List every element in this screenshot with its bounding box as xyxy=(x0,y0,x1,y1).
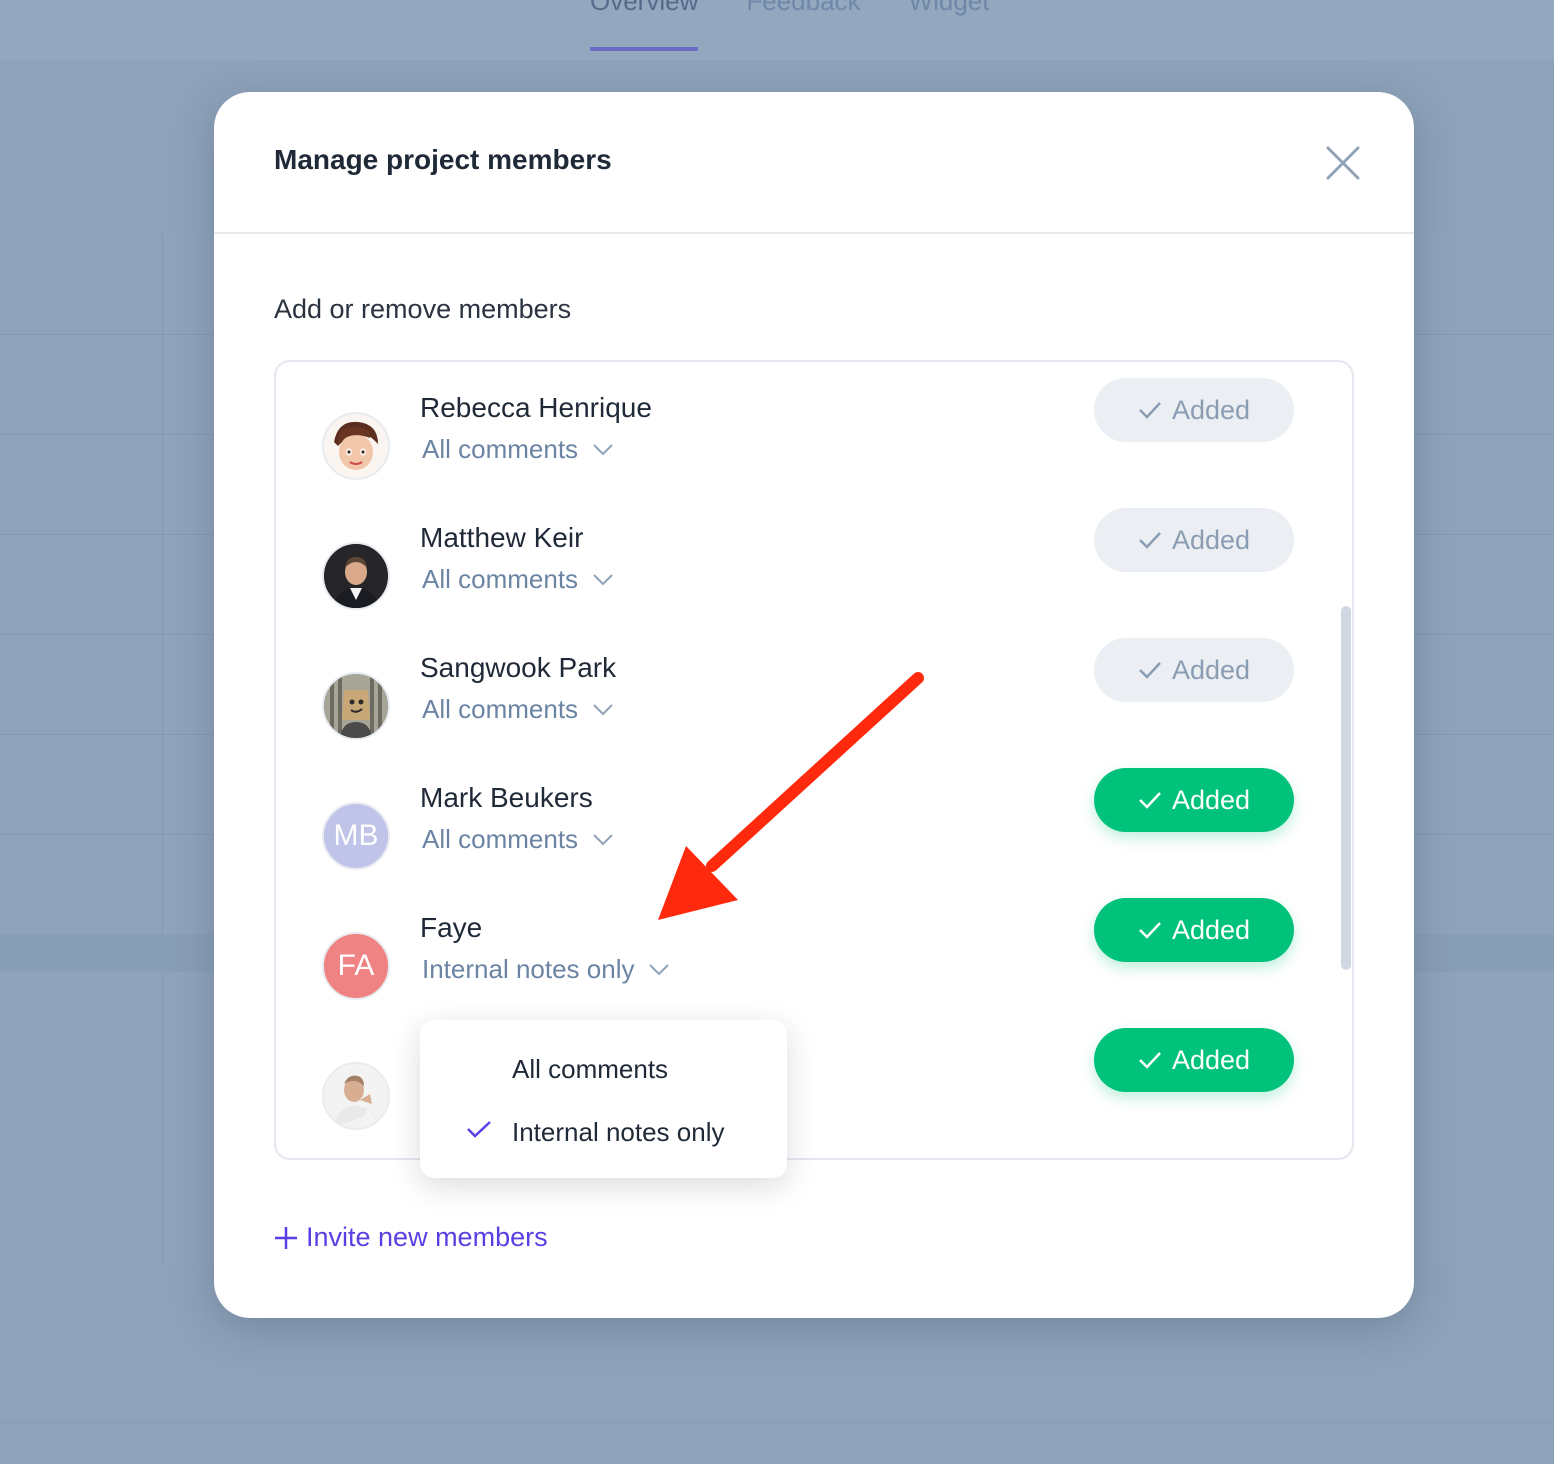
chevron-down-icon xyxy=(593,573,613,585)
member-name: Rebecca Henrique xyxy=(420,392,652,423)
check-icon xyxy=(1139,402,1161,419)
invite-members-link[interactable]: Invite new members xyxy=(274,1222,548,1253)
check-icon xyxy=(1139,792,1161,809)
avatar-initials: MB xyxy=(333,819,379,852)
permission-select[interactable]: All comments xyxy=(422,564,614,595)
chevron-down-icon xyxy=(593,703,613,715)
chevron-down-icon xyxy=(593,443,613,455)
permission-label: All comments xyxy=(422,694,579,724)
avatar-illustration xyxy=(324,414,388,478)
background-divider xyxy=(0,1422,1554,1423)
avatar: MB xyxy=(322,802,390,870)
permission-dropdown-menu: All comments Internal notes only xyxy=(420,1020,787,1178)
check-icon xyxy=(1139,662,1161,679)
avatar-initials: FA xyxy=(337,949,375,982)
avatar: FA xyxy=(322,932,390,1000)
avatar-illustration xyxy=(324,544,388,608)
permission-label: All comments xyxy=(422,564,579,594)
dropdown-option-label: Internal notes only xyxy=(512,1117,725,1147)
background-divider xyxy=(162,234,163,1264)
added-label: Added xyxy=(1171,914,1251,945)
check-icon xyxy=(1139,922,1161,939)
added-button[interactable]: Added xyxy=(1094,638,1294,702)
permission-select[interactable]: All comments xyxy=(422,434,614,465)
avatar xyxy=(322,1062,390,1130)
check-icon xyxy=(1139,1052,1161,1069)
dropdown-option-internal-notes[interactable]: Internal notes only xyxy=(420,1105,787,1161)
permission-select[interactable]: Internal notes only xyxy=(422,954,670,985)
added-button[interactable]: Added xyxy=(1094,508,1294,572)
chevron-down-icon xyxy=(593,833,613,845)
dropdown-option-all-comments[interactable]: All comments xyxy=(420,1042,787,1098)
close-button[interactable] xyxy=(1322,142,1364,184)
manage-members-modal: Manage project members Add or remove mem… xyxy=(214,92,1414,1318)
dropdown-option-label: All comments xyxy=(512,1054,669,1084)
permission-label: All comments xyxy=(422,434,579,464)
permission-select[interactable]: All comments xyxy=(422,824,614,855)
member-name: Mark Beukers xyxy=(420,782,593,813)
avatar-illustration xyxy=(324,674,388,738)
avatar xyxy=(322,412,390,480)
added-button[interactable]: Added xyxy=(1094,378,1294,442)
member-name: Faye xyxy=(420,912,483,943)
permission-label: Internal notes only xyxy=(422,954,635,984)
added-button[interactable]: Added xyxy=(1094,1028,1294,1092)
section-label: Add or remove members xyxy=(274,294,572,324)
avatar xyxy=(322,672,390,740)
permission-label: All comments xyxy=(422,824,579,854)
member-name: Matthew Keir xyxy=(420,522,584,553)
added-label: Added xyxy=(1171,1044,1251,1075)
plus-icon xyxy=(275,1226,297,1249)
tab-feedback[interactable]: Feedback xyxy=(746,0,860,51)
check-icon xyxy=(467,1121,491,1138)
tab-widget[interactable]: Widget xyxy=(909,0,990,51)
avatar xyxy=(322,542,390,610)
tab-overview[interactable]: Overview xyxy=(590,0,699,51)
background-tabs: Overview Feedback Widget xyxy=(590,0,989,51)
modal-title: Manage project members xyxy=(274,144,612,175)
added-label: Added xyxy=(1171,784,1251,815)
member-name: Sangwook Park xyxy=(420,652,617,683)
added-button[interactable]: Added xyxy=(1094,898,1294,962)
added-label: Added xyxy=(1171,394,1251,425)
chevron-down-icon xyxy=(649,963,670,975)
modal-header: Manage project members xyxy=(214,92,1414,234)
added-label: Added xyxy=(1171,654,1251,685)
close-icon xyxy=(1326,146,1360,180)
avatar-illustration xyxy=(324,1064,388,1128)
added-label: Added xyxy=(1171,524,1251,555)
permission-select[interactable]: All comments xyxy=(422,694,614,725)
invite-label: Invite new members xyxy=(306,1222,548,1252)
added-button[interactable]: Added xyxy=(1094,768,1294,832)
check-icon xyxy=(1139,532,1161,549)
